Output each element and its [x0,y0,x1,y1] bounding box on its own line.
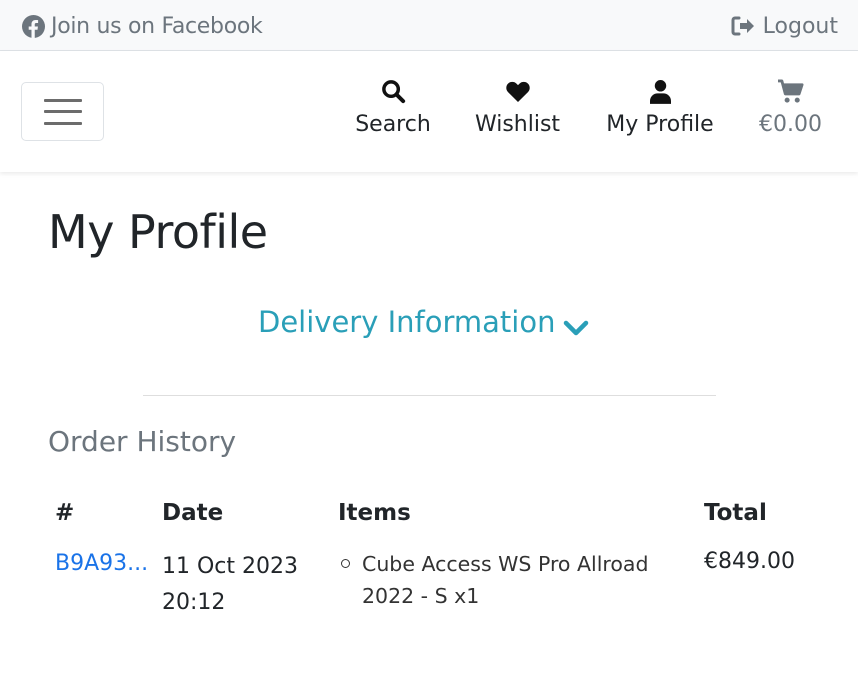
top-bar: Join us on Facebook Logout [0,0,858,51]
search-icon [381,78,406,104]
page-title: My Profile [48,205,268,259]
nav-profile[interactable]: My Profile [601,78,719,137]
nav-cart-total: €0.00 [759,112,822,137]
delivery-information-toggle[interactable]: Delivery Information [258,305,589,339]
heart-icon [505,78,531,104]
facebook-label: Join us on Facebook [51,13,263,39]
order-total: €849.00 [704,549,795,574]
delivery-information-label: Delivery Information [258,305,556,339]
shopping-cart-icon [777,78,804,104]
order-history-title: Order History [48,425,237,458]
nav-search[interactable]: Search [352,78,434,137]
main-navbar: Search Wishlist My Profile €0.00 [0,51,858,172]
user-icon [649,78,671,104]
nav-search-label: Search [355,112,431,137]
order-date: 11 Oct 2023 20:12 [162,554,299,615]
column-header-items: Items [338,500,411,526]
nav-wishlist[interactable]: Wishlist [470,78,565,137]
facebook-icon [22,14,45,38]
nav-profile-label: My Profile [606,112,714,137]
column-header-number: # [55,500,75,526]
hamburger-icon [43,98,82,125]
logout-link[interactable]: Logout [731,12,838,40]
chevron-down-icon [563,312,589,336]
nav-wishlist-label: Wishlist [474,112,561,137]
section-divider [143,395,716,396]
nav-cart[interactable]: €0.00 [754,78,827,137]
logout-label: Logout [762,13,838,39]
order-number-link[interactable]: B9A93... [55,551,148,576]
facebook-link[interactable]: Join us on Facebook [22,12,263,40]
navbar-toggle-button[interactable] [21,82,104,141]
column-header-total: Total [704,500,767,526]
order-items: Cube Access WS Pro Allroad 2022 - S x1 [341,548,682,612]
order-item-text: Cube Access WS Pro Allroad 2022 - S x1 [362,552,649,608]
list-bullet-icon [341,559,350,568]
column-header-date: Date [162,500,224,526]
sign-out-icon [731,15,755,37]
